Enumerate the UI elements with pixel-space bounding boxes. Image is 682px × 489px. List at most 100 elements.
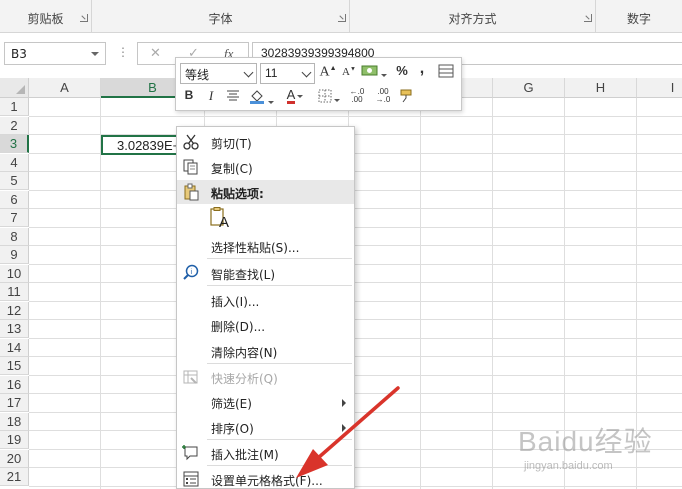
row-header-17[interactable]: 17 xyxy=(0,394,29,412)
menu-item-quick-analysis: 快速分析(Q) xyxy=(177,365,354,389)
menu-item-format-cells[interactable]: 设置单元格格式(F)... xyxy=(177,467,354,489)
row-header-18[interactable]: 18 xyxy=(0,412,29,431)
row-gridline xyxy=(29,263,682,265)
scissors-icon xyxy=(183,134,199,150)
row-header-16[interactable]: 16 xyxy=(0,375,29,394)
row-header-10[interactable]: 10 xyxy=(0,264,29,283)
menu-item-label: 插入(I)... xyxy=(211,295,260,309)
bold-button[interactable]: B xyxy=(182,88,196,108)
font-name-select[interactable]: 等线 xyxy=(180,63,257,84)
menu-item-smart-lookup[interactable]: i 智能查找(L) xyxy=(177,261,354,285)
percent-style-button[interactable]: % xyxy=(394,63,410,83)
menu-item-label: 复制(C) xyxy=(211,162,253,176)
menu-item-label: 插入批注(M) xyxy=(211,448,279,462)
row-gridline xyxy=(29,356,682,357)
row-header-19[interactable]: 19 xyxy=(0,431,29,449)
menu-item-copy[interactable]: 复制(C) xyxy=(177,155,354,179)
borders-icon xyxy=(318,89,332,103)
row-gridline xyxy=(29,208,682,209)
cancel-icon[interactable]: ✕ xyxy=(150,46,161,61)
row-gridline xyxy=(29,171,682,172)
menu-separator xyxy=(207,258,352,259)
column-header-a[interactable]: A xyxy=(29,78,101,98)
decrease-decimal-button[interactable]: .00 →.0 xyxy=(372,88,394,108)
row-header-21[interactable]: 21 xyxy=(0,468,29,486)
chevron-right-icon xyxy=(342,399,346,407)
chevron-down-icon[interactable] xyxy=(91,52,99,56)
row-gridline xyxy=(29,393,682,394)
row-header-14[interactable]: 14 xyxy=(0,338,29,357)
column-header-h[interactable]: H xyxy=(565,78,637,98)
row-header-12[interactable]: 12 xyxy=(0,301,29,320)
column-gridline xyxy=(492,98,493,489)
shrink-font-icon: A xyxy=(342,66,350,78)
menu-item-delete[interactable]: 删除(D)... xyxy=(177,313,354,337)
row-header-4[interactable]: 4 xyxy=(0,153,29,172)
ribbon-group-clipboard: 剪贴板 xyxy=(0,0,92,33)
row-gridline xyxy=(29,115,682,117)
chevron-down-icon[interactable] xyxy=(301,67,312,78)
row-header-3[interactable]: 3 xyxy=(0,135,29,153)
menu-item-clear-contents[interactable]: 清除内容(N) xyxy=(177,339,354,363)
menu-separator xyxy=(207,465,352,466)
font-size-select[interactable]: 11 xyxy=(260,63,315,84)
menu-item-insert-comment[interactable]: 插入批注(M) xyxy=(177,441,354,465)
menu-item-cut[interactable]: 剪切(T) xyxy=(177,130,354,154)
column-header-g[interactable]: G xyxy=(493,78,565,98)
font-color-button[interactable]: A xyxy=(282,87,308,107)
grow-font-icon: A xyxy=(319,64,330,80)
format-painter-table-button[interactable] xyxy=(437,64,455,84)
increase-decimal-button[interactable]: ←.0 .00 xyxy=(346,88,368,108)
ribbon-group-strip: 剪贴板 字体 对齐方式 数字 xyxy=(0,0,682,33)
format-cells-icon xyxy=(183,471,199,487)
row-header-9[interactable]: 9 xyxy=(0,246,29,264)
watermark-logo: Baidu经验 xyxy=(518,426,653,457)
dialog-launcher-icon[interactable] xyxy=(80,14,88,22)
menu-item-label: 粘贴选项: xyxy=(211,187,264,201)
borders-button[interactable] xyxy=(316,89,342,109)
menu-item-sort[interactable]: 排序(O) xyxy=(177,415,354,439)
comma-style-button[interactable]: , xyxy=(417,60,427,80)
name-box[interactable]: B3 xyxy=(4,42,106,65)
select-all-button[interactable] xyxy=(0,78,29,98)
context-menu: 剪切(T) 复制(C) 粘贴选项: A 选择性粘贴(S)... i 智能查找(L… xyxy=(176,126,355,489)
ribbon-group-alignment: 对齐方式 xyxy=(350,0,596,33)
menu-item-paste-special[interactable]: 选择性粘贴(S)... xyxy=(177,234,354,258)
column-gridline xyxy=(100,98,101,489)
row-header-20[interactable]: 20 xyxy=(0,449,29,468)
accounting-format-button[interactable] xyxy=(361,64,387,84)
menu-separator xyxy=(207,285,352,286)
column-header-i[interactable]: I xyxy=(637,78,682,98)
font-size-value: 11 xyxy=(265,66,278,80)
fill-color-button[interactable] xyxy=(248,87,274,107)
row-gridline xyxy=(29,411,682,413)
name-box-value: B3 xyxy=(11,47,27,61)
row-header-1[interactable]: 1 xyxy=(0,98,29,116)
menu-item-filter[interactable]: 筛选(E) xyxy=(177,390,354,414)
more-icon[interactable]: ⋮ xyxy=(117,45,129,59)
menu-item-label: 排序(O) xyxy=(211,422,254,436)
row-header-6[interactable]: 6 xyxy=(0,190,29,209)
paste-values-option[interactable]: A xyxy=(208,207,234,233)
format-painter-button[interactable] xyxy=(398,88,416,108)
row-header-11[interactable]: 11 xyxy=(0,283,29,301)
italic-button[interactable]: I xyxy=(204,88,218,108)
row-gridline xyxy=(29,374,682,376)
row-header-8[interactable]: 8 xyxy=(0,227,29,246)
row-header-7[interactable]: 7 xyxy=(0,209,29,227)
row-header-2[interactable]: 2 xyxy=(0,116,29,135)
font-color-icon: A xyxy=(286,87,296,104)
center-align-button[interactable] xyxy=(224,89,242,109)
clipboard-icon xyxy=(184,183,199,201)
menu-item-paste-options: 粘贴选项: xyxy=(177,180,354,204)
grow-font-button[interactable]: A▲ xyxy=(319,64,337,84)
dialog-launcher-icon[interactable] xyxy=(584,14,592,22)
row-header-15[interactable]: 15 xyxy=(0,357,29,375)
chevron-down-icon[interactable] xyxy=(243,67,254,78)
row-header-5[interactable]: 5 xyxy=(0,172,29,190)
row-header-13[interactable]: 13 xyxy=(0,320,29,338)
menu-item-insert[interactable]: 插入(I)... xyxy=(177,288,354,312)
shrink-font-button[interactable]: A▼ xyxy=(341,66,357,86)
dialog-launcher-icon[interactable] xyxy=(338,14,346,22)
table-format-icon xyxy=(438,64,454,78)
